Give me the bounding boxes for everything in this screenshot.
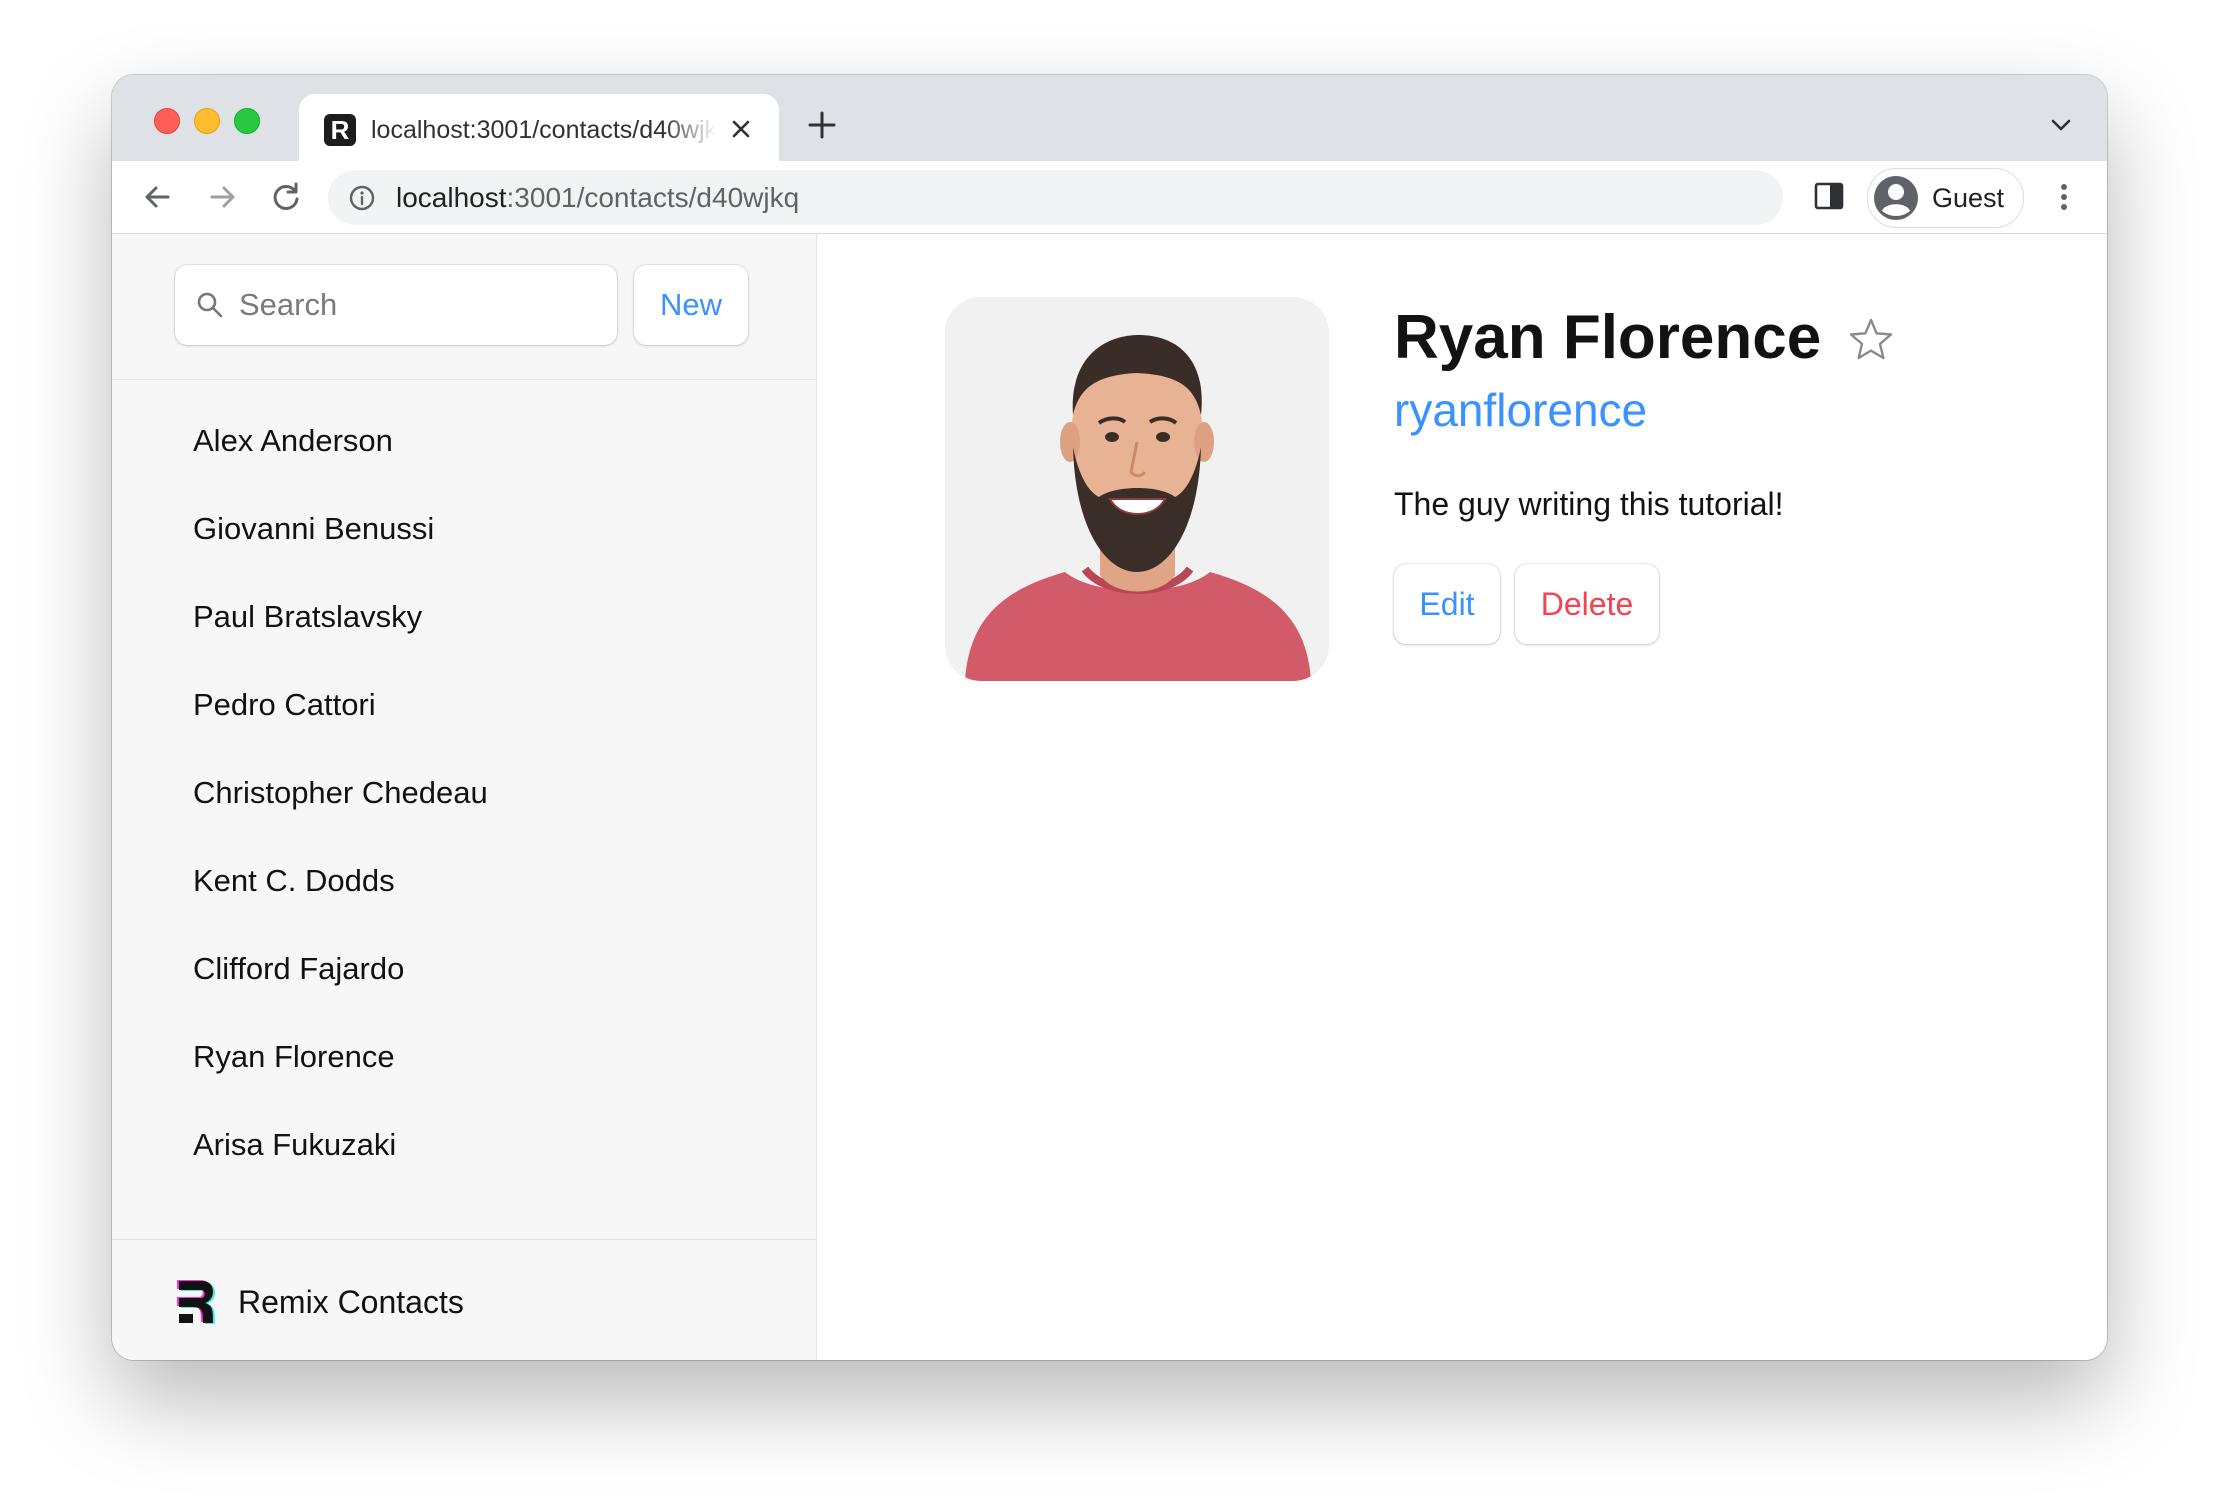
minimize-window-button[interactable] [194, 108, 220, 134]
contact-list-item[interactable]: Giovanni Benussi [112, 500, 816, 588]
edit-button[interactable]: Edit [1394, 564, 1500, 644]
zoom-window-button[interactable] [234, 108, 260, 134]
contact-list: Alex Anderson Giovanni Benussi Paul Brat… [112, 412, 816, 1204]
browser-toolbar: localhost:3001/contacts/d40wjkq Guest [112, 161, 2107, 234]
chevron-down-icon[interactable] [2047, 113, 2075, 137]
search-row: New [112, 234, 816, 380]
more-vertical-icon[interactable] [2049, 179, 2079, 215]
tab-title: localhost:3001/contacts/d40wjkq [371, 116, 716, 144]
search-input[interactable] [237, 283, 597, 327]
search-icon [197, 292, 223, 318]
contact-avatar [945, 297, 1329, 681]
contact-notes: The guy writing this tutorial! [1394, 486, 1784, 522]
contact-name: Ryan Florence [1394, 303, 1822, 372]
url-path: :3001/contacts/d40wjkq [506, 182, 800, 213]
contact-list-item[interactable]: Ryan Florence [112, 1028, 816, 1116]
info-icon[interactable] [348, 184, 376, 212]
address-bar[interactable]: localhost:3001/contacts/d40wjkq [328, 170, 1783, 225]
page-content: New Alex Anderson Giovanni Benussi Paul … [112, 234, 2107, 1360]
contact-list-item[interactable]: Alex Anderson [112, 412, 816, 500]
contact-list-item[interactable]: Clifford Fajardo [112, 940, 816, 1028]
delete-button[interactable]: Delete [1515, 564, 1659, 644]
new-tab-plus-icon[interactable] [804, 107, 840, 143]
star-icon[interactable] [1848, 316, 1894, 362]
search-box[interactable] [175, 265, 617, 345]
sidebar: New Alex Anderson Giovanni Benussi Paul … [112, 234, 817, 1360]
sidebar-footer: Remix Contacts [112, 1239, 816, 1360]
browser-tab-active[interactable]: R localhost:3001/contacts/d40wjkq [299, 94, 779, 161]
new-contact-button[interactable]: New [634, 265, 748, 345]
contact-list-item[interactable]: Arisa Fukuzaki [112, 1116, 816, 1204]
back-arrow-icon[interactable] [138, 177, 178, 217]
contact-list-item[interactable]: Kent C. Dodds [112, 852, 816, 940]
app-title: Remix Contacts [238, 1284, 464, 1320]
reload-icon[interactable] [266, 177, 306, 217]
contact-detail: Ryan Florence ryanflorence The guy writi… [817, 234, 2107, 1360]
contact-list-item[interactable]: Christopher Chedeau [112, 764, 816, 852]
url-host: localhost [396, 182, 507, 213]
contact-list-item[interactable]: Pedro Cattori [112, 676, 816, 764]
contact-list-item[interactable]: Paul Bratslavsky [112, 588, 816, 676]
twitter-link[interactable]: ryanflorence [1394, 382, 1647, 438]
account-icon [1874, 176, 1918, 220]
close-icon[interactable] [724, 112, 758, 146]
tab-strip: R localhost:3001/contacts/d40wjkq [112, 75, 2107, 161]
profile-button[interactable]: Guest [1867, 168, 2024, 228]
remix-favicon-icon: R [324, 114, 356, 146]
url-text[interactable]: localhost:3001/contacts/d40wjkq [396, 182, 799, 214]
profile-label: Guest [1932, 183, 2005, 213]
remix-logo-icon [177, 1280, 216, 1324]
close-window-button[interactable] [154, 108, 180, 134]
browser-window: R localhost:3001/contacts/d40wjkq localh… [112, 75, 2107, 1360]
side-panel-icon[interactable] [1812, 179, 1846, 213]
forward-arrow-icon[interactable] [202, 177, 242, 217]
